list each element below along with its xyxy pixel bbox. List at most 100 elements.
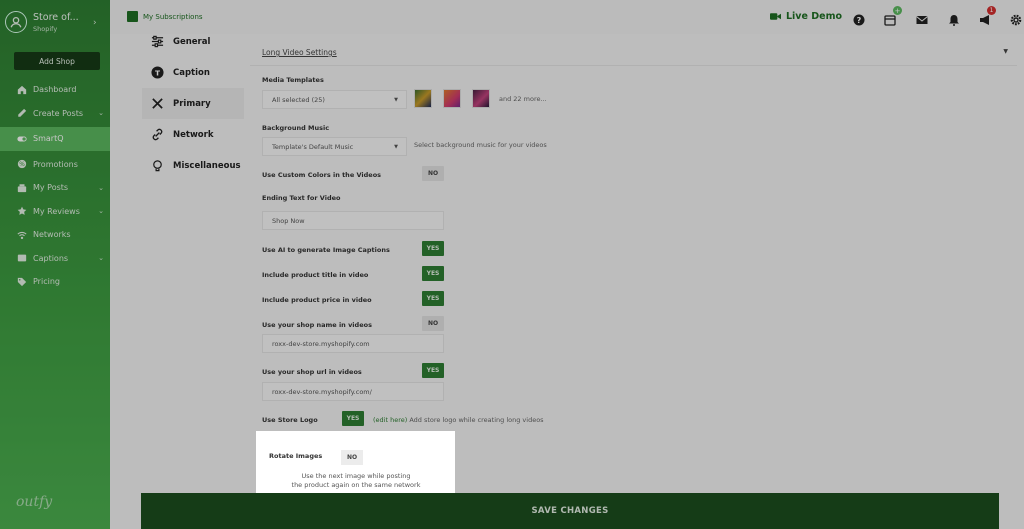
rotate-images-section: Rotate Images NO Use the next image whil… [256, 431, 455, 493]
sliders-icon [150, 35, 164, 49]
megaphone-icon[interactable]: 1 [979, 6, 996, 25]
ai-captions-label: Use AI to generate Image Captions [262, 246, 390, 254]
shop-url-toggle[interactable]: YES [422, 363, 444, 378]
input-value: roxx-dev-store.myshopify.com [272, 339, 370, 348]
chevron-right-icon[interactable]: › [93, 18, 97, 28]
chevron-down-icon: ⌄ [98, 207, 104, 216]
notification-badge: 1 [987, 6, 996, 15]
sidebar-item-label: Promotions [33, 159, 78, 169]
background-music-select[interactable]: Template's Default Music ▼ [262, 137, 407, 156]
sidebar-item-networks[interactable]: Networks [0, 223, 110, 247]
product-price-label: Include product price in video [262, 296, 372, 304]
tab-label: Primary [173, 98, 211, 109]
chevron-down-icon: ⌄ [98, 254, 104, 263]
captions-icon [16, 253, 27, 264]
section-title: Long Video Settings [262, 48, 337, 57]
sidebar-item-my-posts[interactable]: My Posts ⌄ [0, 176, 110, 200]
svg-text:%: % [19, 162, 25, 168]
video-camera-icon [770, 13, 781, 20]
select-value: Template's Default Music [272, 142, 354, 151]
product-title-label: Include product title in video [262, 271, 369, 279]
sidebar-nav: Dashboard Create Posts ⌄ SmartQ % Promot… [0, 78, 110, 294]
mail-icon[interactable] [916, 11, 928, 24]
sidebar: Store of... Shopify › Add Shop Dashboard… [0, 0, 110, 529]
tab-general[interactable]: General [142, 26, 244, 57]
help-icon[interactable]: ? [853, 11, 865, 26]
tab-caption[interactable]: T Caption [142, 57, 244, 88]
template-thumbnail[interactable] [443, 89, 461, 108]
store-name: Store of... [33, 11, 79, 23]
misc-icon [150, 159, 164, 173]
rotate-images-label: Rotate Images [269, 452, 323, 460]
brand-logo: outfy [16, 494, 53, 510]
user-icon [5, 11, 27, 33]
template-thumbnail[interactable] [414, 89, 432, 108]
tag-icon [16, 276, 27, 287]
sidebar-item-dashboard[interactable]: Dashboard [0, 78, 110, 102]
caret-down-icon: ▼ [394, 96, 398, 103]
product-title-toggle[interactable]: YES [422, 266, 444, 281]
tab-network[interactable]: Network [142, 119, 244, 150]
template-thumbnail[interactable] [472, 89, 490, 108]
calendar-icon[interactable]: + [884, 6, 902, 26]
rotate-images-hint: Use the next image while posting the pro… [276, 472, 436, 490]
sidebar-item-create-posts[interactable]: Create Posts ⌄ [0, 102, 110, 126]
shop-name-input[interactable]: roxx-dev-store.myshopify.com [262, 334, 444, 353]
edit-logo-link[interactable]: (edit here) [373, 416, 407, 424]
my-subscriptions-link[interactable]: My Subscriptions [127, 11, 203, 22]
sidebar-item-label: Networks [33, 230, 71, 240]
my-subscriptions-label: My Subscriptions [143, 12, 203, 21]
rotate-images-hint-line-1: Use the next image while posting [301, 472, 411, 480]
bell-icon[interactable] [948, 11, 960, 26]
live-demo-button[interactable]: Live Demo [770, 11, 842, 22]
more-templates-link[interactable]: and 22 more... [499, 95, 547, 103]
ai-captions-toggle[interactable]: YES [422, 241, 444, 256]
tab-miscellaneous[interactable]: Miscellaneous [142, 150, 244, 181]
sidebar-item-label: SmartQ [33, 134, 64, 144]
rotate-images-toggle[interactable]: NO [341, 450, 363, 465]
promotion-icon: % [16, 159, 27, 170]
sidebar-item-smartq[interactable]: SmartQ [0, 127, 110, 151]
store-logo-toggle[interactable]: YES [342, 411, 364, 426]
media-templates-label: Media Templates [262, 76, 324, 84]
tab-primary[interactable]: Primary [142, 88, 244, 119]
shop-url-label: Use your shop url in videos [262, 368, 362, 376]
long-video-settings-header[interactable]: Long Video Settings ▼ [250, 40, 1017, 66]
sidebar-item-captions[interactable]: Captions ⌄ [0, 247, 110, 271]
sidebar-item-label: My Reviews [33, 206, 80, 216]
background-music-hint: Select background music for your videos [414, 141, 547, 149]
input-value: Shop Now [272, 216, 305, 225]
tab-label: Network [173, 129, 214, 140]
store-logo-hint-text: Add store logo while creating long video… [409, 416, 544, 424]
tools-icon [150, 97, 164, 111]
ending-text-input[interactable]: Shop Now [262, 211, 444, 230]
add-shop-button[interactable]: Add Shop [14, 52, 100, 70]
sidebar-item-my-reviews[interactable]: My Reviews ⌄ [0, 200, 110, 224]
media-templates-select[interactable]: All selected (25) ▼ [262, 90, 407, 109]
network-icon [150, 128, 164, 142]
sidebar-item-pricing[interactable]: Pricing [0, 270, 110, 294]
tab-label: Caption [173, 67, 210, 78]
star-icon [16, 206, 27, 217]
custom-colors-toggle[interactable]: NO [422, 166, 444, 181]
product-price-toggle[interactable]: YES [422, 291, 444, 306]
save-changes-button[interactable]: SAVE CHANGES [141, 493, 999, 529]
top-bar: My Subscriptions Live Demo ? + 1 [110, 0, 1024, 34]
custom-colors-label: Use Custom Colors in the Videos [262, 171, 382, 179]
store-platform: Shopify [33, 24, 58, 33]
caption-icon: T [150, 66, 164, 80]
shop-url-input[interactable]: roxx-dev-store.myshopify.com/ [262, 382, 444, 401]
caret-down-icon: ▼ [1003, 48, 1008, 55]
svg-text:?: ? [857, 16, 862, 25]
shop-name-toggle[interactable]: NO [422, 316, 444, 331]
tab-label: General [173, 36, 211, 47]
sidebar-item-label: Create Posts [33, 108, 84, 118]
sidebar-item-label: Dashboard [33, 85, 77, 95]
sidebar-item-promotions[interactable]: % Promotions [0, 153, 110, 177]
calendar-add-badge: + [893, 6, 902, 15]
gear-icon[interactable] [1010, 11, 1022, 26]
select-value: All selected (25) [272, 95, 325, 104]
chevron-down-icon: ⌄ [98, 183, 104, 192]
settings-tabs: General T Caption Primary Network Miscel… [142, 26, 244, 181]
toggle-icon [16, 133, 27, 144]
